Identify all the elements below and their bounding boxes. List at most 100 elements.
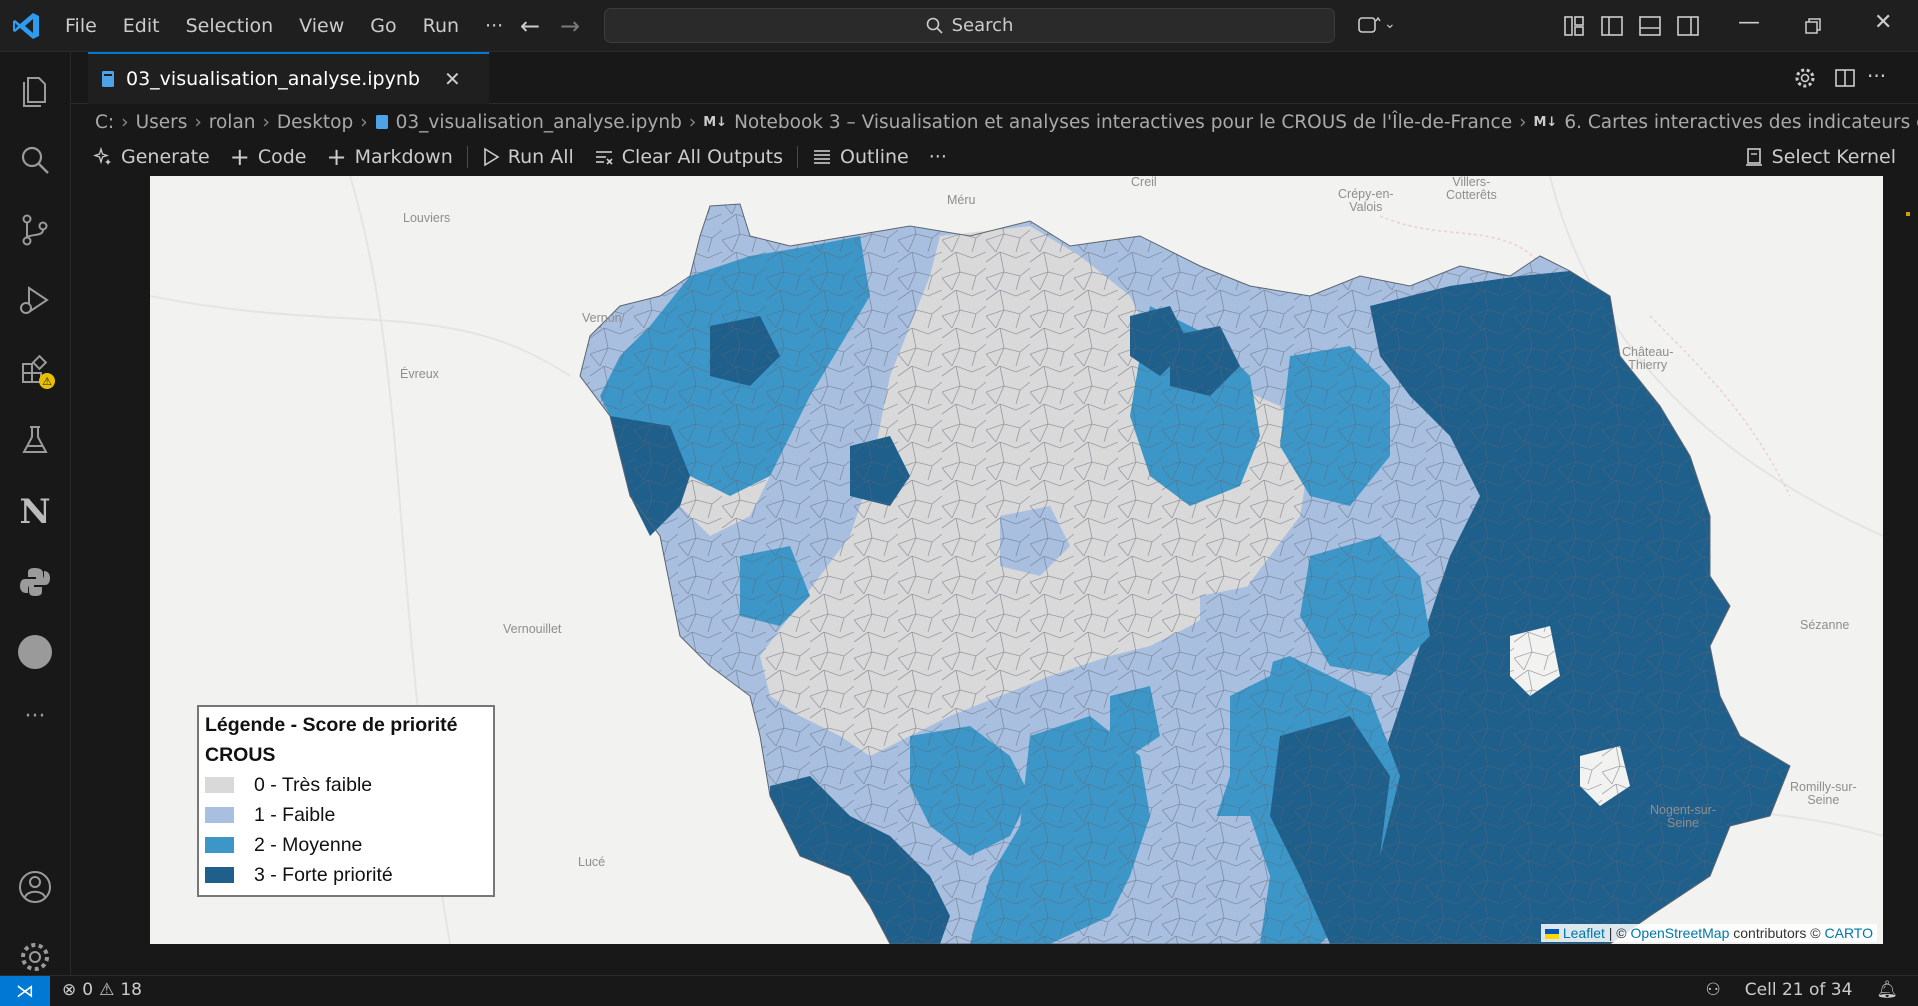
add-code-cell-button[interactable]: + Code	[220, 143, 317, 171]
more-icon: ···	[928, 146, 947, 168]
clear-all-icon	[595, 151, 613, 165]
more-views-icon[interactable]: ···	[15, 704, 55, 744]
menu-view[interactable]: View	[286, 15, 357, 37]
extensions-icon[interactable]: ⚠	[15, 350, 55, 390]
breadcrumb: C: › Users › rolan › Desktop › 03_visualisat…	[95, 108, 1918, 136]
outline-button[interactable]: Outline	[802, 146, 919, 168]
problems-indicator[interactable]: ⊗ 0 ⚠ 18	[62, 980, 142, 1000]
account-icon[interactable]	[15, 867, 55, 907]
sparkle-icon	[93, 147, 111, 165]
map-attribution: Leaflet | © OpenStreetMap contributors ©…	[1540, 924, 1877, 942]
clear-all-outputs-button[interactable]: Clear All Outputs	[584, 146, 793, 168]
place-label: Sézanne	[1800, 618, 1850, 632]
place-label: Crépy-en- Valois	[1338, 187, 1394, 214]
menu-edit[interactable]: Edit	[110, 15, 173, 37]
toggle-primary-sidebar-icon[interactable]	[1598, 12, 1626, 40]
select-kernel-label: Select Kernel	[1771, 146, 1896, 168]
tab-notebook[interactable]: 03_visualisation_analyse.ipynb ✕	[88, 52, 489, 104]
search-sidebar-icon[interactable]	[15, 140, 55, 180]
remote-button[interactable]: ⋊	[0, 976, 50, 1006]
editor-more-actions-icon[interactable]: ···	[1867, 64, 1886, 88]
source-control-icon[interactable]	[15, 210, 55, 250]
leaflet-link[interactable]: Leaflet	[1563, 925, 1605, 941]
place-label: Villers- Cotterêts	[1446, 176, 1497, 202]
code-label: Code	[257, 146, 307, 168]
run-and-debug-icon[interactable]	[15, 280, 55, 320]
activity-bar: ⚠ N ···	[0, 52, 71, 975]
editor-scrollbar[interactable]	[1900, 176, 1918, 936]
back-arrow-icon[interactable]: ←	[520, 12, 540, 40]
search-icon	[926, 17, 943, 34]
run-all-label: Run All	[507, 146, 574, 168]
chevron-right-icon: ›	[262, 111, 270, 133]
osm-link[interactable]: OpenStreetMap	[1631, 925, 1730, 941]
ukraine-flag-icon	[1544, 929, 1559, 940]
tab-close-icon[interactable]: ✕	[444, 67, 461, 91]
tab-label: 03_visualisation_analyse.ipynb	[126, 68, 420, 90]
warning-count: 18	[120, 980, 142, 1000]
breadcrumb-desktop[interactable]: Desktop	[277, 112, 353, 133]
cell-position[interactable]: Cell 21 of 34	[1745, 980, 1853, 1000]
menu-selection[interactable]: Selection	[173, 15, 287, 37]
warning-icon: ⚠	[99, 980, 115, 1000]
menu-more[interactable]: ···	[472, 15, 516, 37]
legend-label: 2 - Moyenne	[254, 833, 363, 856]
toolbar-divider	[797, 146, 799, 168]
minimize-icon[interactable]: —	[1738, 10, 1760, 35]
copilot-chevron-down-icon[interactable]: ⌄	[1384, 16, 1396, 32]
run-all-button[interactable]: Run All	[472, 146, 584, 168]
python-icon[interactable]	[15, 562, 55, 602]
restore-window-icon[interactable]	[1803, 16, 1823, 36]
settings-gear-icon[interactable]	[1793, 66, 1817, 90]
split-editor-icon[interactable]	[1833, 66, 1857, 90]
breadcrumb-file[interactable]: 03_visualisation_analyse.ipynb	[396, 112, 682, 133]
menu-file[interactable]: File	[52, 15, 110, 37]
generate-button[interactable]: Generate	[83, 146, 220, 168]
toolbar-more-button[interactable]: ···	[919, 146, 957, 168]
carto-link[interactable]: CARTO	[1825, 925, 1874, 941]
legend-label: 0 - Très faible	[254, 773, 373, 796]
leaflet-map[interactable]: Louviers Méru Creil Crépy-en- Valois Vil…	[150, 176, 1883, 944]
status-right: ⚇ Cell 21 of 34 🔔︎	[1706, 980, 1898, 1000]
menu-run[interactable]: Run	[410, 15, 472, 37]
kernel-icon	[1745, 148, 1762, 166]
add-markdown-cell-button[interactable]: + Markdown	[317, 143, 463, 171]
markdown-label: Markdown	[354, 146, 453, 168]
legend-swatch	[205, 777, 234, 793]
toggle-panel-icon[interactable]	[1636, 12, 1664, 40]
place-label: Lucé	[578, 855, 606, 869]
title-bar: File Edit Selection View Go Run ··· ← → …	[0, 0, 1918, 52]
command-search-box[interactable]: Search	[604, 8, 1335, 43]
svg-text:N: N	[19, 492, 50, 530]
breadcrumb-notebook-heading[interactable]: Notebook 3 – Visualisation et analyses i…	[734, 112, 1512, 133]
customize-layout-icon[interactable]	[1560, 12, 1588, 40]
breadcrumb-drive[interactable]: C:	[95, 112, 114, 133]
place-label: Creil	[1131, 176, 1157, 189]
copilot-status-icon[interactable]: ⚇	[1706, 980, 1721, 1000]
breadcrumb-user[interactable]: rolan	[209, 112, 256, 133]
legend-swatch	[205, 837, 234, 853]
notebook-file-icon	[375, 115, 388, 129]
legend-swatch	[205, 807, 234, 823]
breadcrumb-section[interactable]: 6. Cartes interactives des indicateurs c…	[1564, 112, 1918, 133]
manage-gear-icon[interactable]	[15, 937, 55, 977]
legend-item: 3 - Forte priorité	[205, 860, 487, 890]
legend-label: 3 - Forte priorité	[254, 863, 393, 886]
notifications-bell-icon[interactable]: 🔔︎	[1876, 980, 1898, 1000]
chevron-right-icon: ›	[360, 111, 368, 133]
select-kernel-button[interactable]: Select Kernel	[1734, 146, 1906, 168]
chevron-right-icon: ›	[688, 111, 697, 133]
explorer-icon[interactable]	[15, 70, 55, 110]
forward-arrow-icon[interactable]: →	[560, 12, 580, 40]
notion-n-icon[interactable]: N	[15, 490, 55, 530]
testing-flask-icon[interactable]	[15, 420, 55, 460]
attribution-contrib: contributors ©	[1729, 925, 1825, 941]
outline-label: Outline	[840, 146, 909, 168]
toggle-secondary-sidebar-icon[interactable]	[1674, 12, 1702, 40]
breadcrumb-users[interactable]: Users	[136, 112, 188, 133]
close-window-icon[interactable]: ✕	[1874, 10, 1892, 35]
menu-go[interactable]: Go	[357, 15, 409, 37]
copilot-icon[interactable]	[1355, 12, 1383, 40]
remote-icon: ⋊	[16, 981, 34, 1002]
status-circle-icon[interactable]	[15, 632, 55, 672]
